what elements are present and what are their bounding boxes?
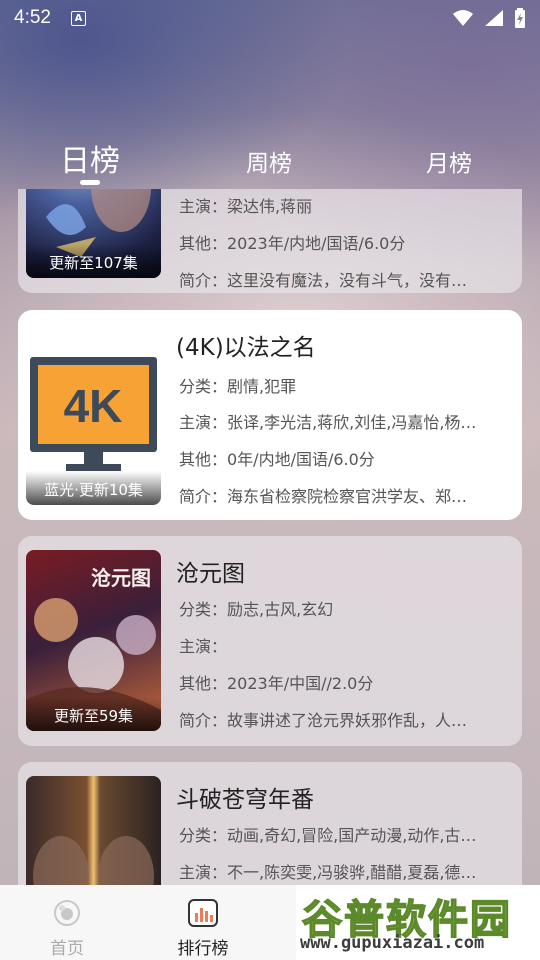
item-title[interactable]: 斗破苍穹年番 [176, 780, 314, 814]
poster-4k-text: 4K [64, 380, 123, 432]
nav-home-label: 首页 [50, 939, 84, 959]
list-item[interactable]: 4K 蓝光·更新10集 (4K)以法之名 分类：剧情,犯罪 主演：张译,李光洁,… [18, 310, 522, 520]
wifi-icon [453, 10, 473, 26]
ranking-list[interactable]: 更新至107集 主演：梁达伟,蒋丽 其他：2023年/内地/国语/6.0分 简介… [0, 189, 540, 885]
episode-badge: 更新至59集 [26, 697, 161, 731]
tab-monthly[interactable]: 月榜 [426, 144, 472, 178]
list-item[interactable]: 斗破苍穹年番 分类：动画,奇幻,冒险,国产动漫,动作,古… 主演：不一,陈奕雯,… [18, 762, 522, 885]
list-item[interactable]: 更新至107集 主演：梁达伟,蒋丽 其他：2023年/内地/国语/6.0分 简介… [18, 189, 522, 293]
episode-badge: 蓝光·更新10集 [26, 471, 161, 505]
episode-badge: 更新至107集 [26, 244, 161, 278]
item-title[interactable]: (4K)以法之名 [176, 328, 316, 362]
nav-ranking-label: 排行榜 [177, 939, 229, 959]
item-title[interactable]: 沧元图 [176, 554, 245, 588]
synopsis-line: 简介：这里没有魔法，没有斗气，没有… [179, 271, 468, 290]
cast-line: 主演：梁达伟,蒋丽 [179, 197, 313, 216]
poster-image [26, 776, 161, 885]
watermark-url: www.gupuxiazai.com [300, 933, 485, 953]
active-tab-indicator [80, 180, 100, 185]
synopsis-line: 简介：海东省检察院检察官洪学友、郑… [179, 487, 468, 506]
ranking-chart-icon [188, 899, 218, 927]
cast-line: 主演：张译,李光洁,蒋欣,刘佳,冯嘉怡,杨… [179, 413, 477, 432]
notification-a-icon: A [70, 10, 86, 26]
category-line: 分类：动画,奇幻,冒险,国产动漫,动作,古… [179, 826, 477, 845]
category-line: 分类：剧情,犯罪 [179, 377, 297, 396]
cast-line: 主演：不一,陈奕雯,冯骏骅,醋醋,夏磊,德… [179, 863, 477, 882]
cast-line: 主演： [179, 637, 228, 656]
battery-icon [515, 8, 525, 28]
home-icon [54, 900, 80, 926]
tab-weekly[interactable]: 周榜 [246, 144, 292, 178]
poster-title-text: 沧元图 [91, 566, 151, 590]
poster-image: 4K 蓝光·更新10集 [26, 324, 161, 505]
status-time: 4:52 [14, 7, 51, 28]
poster-image: 沧元图 更新至59集 [26, 550, 161, 731]
info-line: 其他：2023年/中国//2.0分 [179, 674, 374, 693]
site-watermark: 谷普软件园 www.gupuxiazai.com [296, 885, 540, 960]
tab-daily[interactable]: 日榜 [60, 136, 120, 180]
category-line: 分类：励志,古风,玄幻 [179, 600, 334, 619]
poster-art [33, 836, 154, 885]
info-line: 其他：2023年/内地/国语/6.0分 [179, 234, 406, 253]
status-bar: 4:52 A [0, 0, 540, 36]
signal-icon [485, 10, 503, 26]
nav-home[interactable]: 首页 [27, 899, 107, 959]
nav-ranking[interactable]: 排行榜 [163, 899, 243, 959]
status-icons [452, 8, 526, 28]
ranking-tabs: 日榜 周榜 月榜 [0, 138, 540, 188]
poster-image: 更新至107集 [26, 189, 161, 278]
list-item[interactable]: 沧元图 更新至59集 沧元图 分类：励志,古风,玄幻 主演： 其他：2023年/… [18, 536, 522, 746]
synopsis-line: 简介：故事讲述了沧元界妖邪作乱，人… [179, 711, 468, 730]
info-line: 其他：0年/内地/国语/6.0分 [179, 450, 375, 469]
